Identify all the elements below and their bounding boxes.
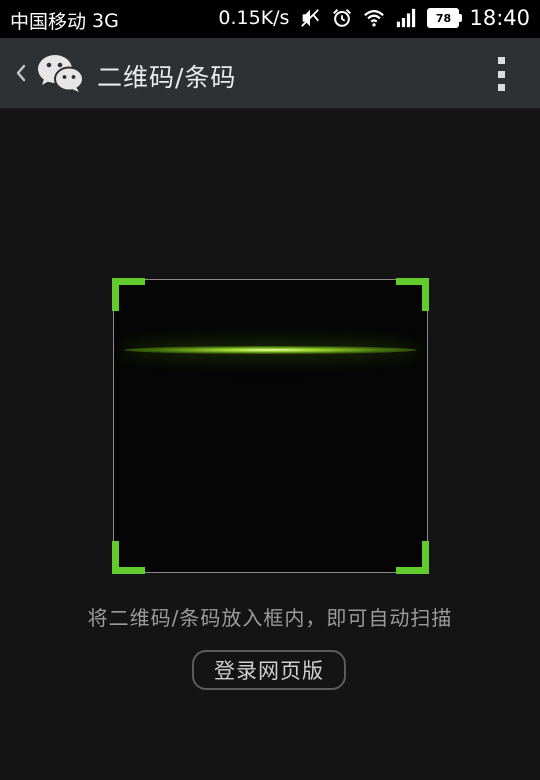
network-type-label: 3G (92, 9, 119, 32)
menu-dot (497, 57, 505, 64)
menu-dot (497, 84, 505, 91)
viewfinder-corner-top-left (112, 278, 145, 311)
menu-dot (497, 70, 505, 78)
scan-laser-line (124, 346, 417, 354)
silent-icon (301, 9, 320, 27)
action-bar: 二维码/条码 (0, 38, 540, 109)
battery-level-label: 78 (435, 11, 452, 25)
qr-scanner-screen: 中国移动 3G 0.15K/s 78 18:40 二维码/条码 将二维码/条码放… (0, 0, 540, 780)
overflow-menu-icon[interactable] (496, 57, 506, 91)
status-bar: 中国移动 3G 0.15K/s 78 18:40 (0, 0, 540, 38)
battery-icon: 78 (427, 8, 463, 28)
signal-icon (397, 8, 416, 28)
status-left: 中国移动 3G (10, 7, 119, 34)
wifi-icon (364, 10, 385, 27)
scan-hint-text: 将二维码/条码放入框内，即可自动扫描 (87, 606, 453, 630)
network-speed-label: 0.15K/s (218, 7, 290, 29)
scan-viewfinder (112, 278, 429, 574)
clock-label: 18:40 (469, 6, 530, 30)
viewfinder-corner-bottom-right (396, 541, 429, 574)
chevron-left-icon[interactable] (10, 59, 32, 87)
wechat-logo-icon[interactable] (36, 52, 86, 94)
viewfinder-corner-top-right (396, 278, 429, 311)
alarm-icon (333, 9, 352, 27)
viewfinder-corner-bottom-left (112, 541, 145, 574)
status-right: 0.15K/s 78 18:40 (218, 6, 530, 30)
carrier-label: 中国移动 (10, 11, 87, 33)
page-title: 二维码/条码 (97, 63, 237, 92)
web-login-button[interactable]: 登录网页版 (192, 650, 346, 690)
